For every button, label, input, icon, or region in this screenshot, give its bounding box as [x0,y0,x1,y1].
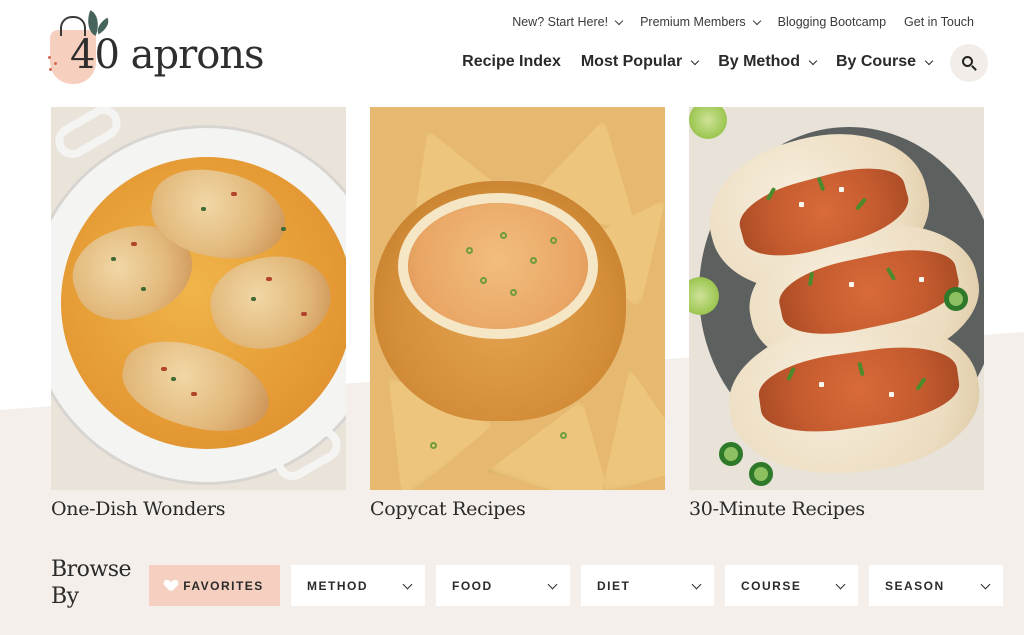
card-title[interactable]: Copycat Recipes [370,498,665,520]
filter-course-dropdown[interactable]: COURSE [725,565,858,606]
category-cards: One-Dish Wonders Copycat Recipes 30-Minu… [51,107,984,520]
utility-nav-blogging-bootcamp[interactable]: Blogging Bootcamp [778,15,886,29]
main-nav: Recipe Index Most Popular By Method By C… [462,53,934,71]
logo-wordmark: 40 aprons [70,32,265,78]
chevron-down-icon [691,579,702,589]
chevron-down-icon [690,56,700,65]
favorites-button[interactable]: FAVORITES [149,565,280,606]
chevron-down-icon [808,56,818,65]
chevron-down-icon [547,579,558,589]
filter-label: METHOD [307,578,368,593]
utility-nav-get-in-touch[interactable]: Get in Touch [904,15,974,29]
favorites-label: FAVORITES [183,578,264,593]
bread-bowl-queso-photo[interactable] [370,107,665,490]
browse-heading-line: Browse [51,557,132,582]
chevron-down-icon [402,579,413,589]
site-logo[interactable]: 40 aprons [46,10,266,86]
utility-nav-label: Premium Members [640,15,746,29]
browse-by-heading: Browse By [51,556,132,610]
chicken-tacos-photo[interactable] [689,107,984,490]
main-nav-by-course[interactable]: By Course [835,53,934,71]
utility-nav-start-here[interactable]: New? Start Here! [512,15,624,29]
utility-nav-label: Get in Touch [904,15,974,29]
filter-season-dropdown[interactable]: SEASON [869,565,1003,606]
filter-food-dropdown[interactable]: FOOD [436,565,570,606]
heart-icon [165,580,177,591]
decorative-dots [46,54,60,74]
chevron-down-icon [924,56,934,65]
filter-label: COURSE [741,578,802,593]
skillet-chicken-photo[interactable] [51,107,346,490]
browse-heading-line: By [51,584,79,609]
main-nav-recipe-index[interactable]: Recipe Index [462,53,561,71]
search-icon [962,56,973,67]
filter-diet-dropdown[interactable]: DIET [581,565,714,606]
chevron-down-icon [835,579,846,589]
utility-nav-premium-members[interactable]: Premium Members [640,15,761,29]
main-nav-most-popular[interactable]: Most Popular [580,53,700,71]
chevron-down-icon [752,16,761,25]
filter-method-dropdown[interactable]: METHOD [291,565,425,606]
chevron-down-icon [614,16,624,25]
card-copycat-recipes[interactable]: Copycat Recipes [370,107,665,520]
utility-nav-label: New? Start Here! [512,15,609,29]
chevron-down-icon [980,579,991,589]
filter-label: FOOD [452,578,493,593]
main-nav-label: By Method [718,53,800,70]
utility-nav-label: Blogging Bootcamp [777,15,887,29]
browse-filters: FAVORITES METHOD FOOD DIET COURSE SEASON [149,565,1003,606]
main-nav-label: Most Popular [580,53,683,70]
card-title[interactable]: One-Dish Wonders [51,498,346,520]
main-nav-label: By Course [835,53,916,70]
card-title[interactable]: 30-Minute Recipes [689,498,984,520]
site-header: 40 aprons New? Start Here! Premium Membe… [0,0,1024,100]
main-nav-by-method[interactable]: By Method [718,53,818,71]
card-one-dish-wonders[interactable]: One-Dish Wonders [51,107,346,520]
search-button[interactable] [950,44,988,82]
filter-label: SEASON [885,578,945,593]
utility-nav: New? Start Here! Premium Members Bloggin… [512,15,974,29]
main-nav-label: Recipe Index [462,53,561,70]
filter-label: DIET [597,578,631,593]
card-30-minute-recipes[interactable]: 30-Minute Recipes [689,107,984,520]
